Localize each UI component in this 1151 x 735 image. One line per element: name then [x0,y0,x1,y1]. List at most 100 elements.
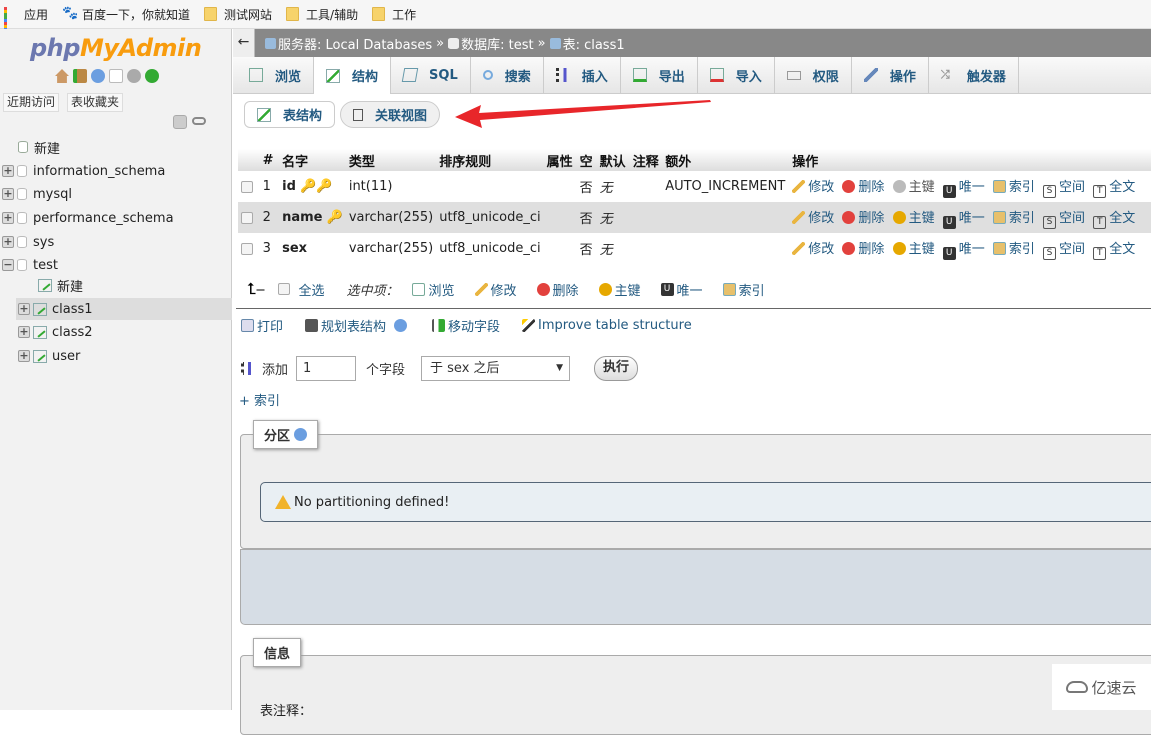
bulk-change-button[interactable]: 修改 [474,280,517,299]
bulk-unique-button[interactable]: U 唯一 [660,280,703,299]
tab-browse[interactable]: 浏览 [237,57,315,93]
expand-icon[interactable]: + [18,326,30,338]
docs-icon[interactable] [109,69,123,83]
settings-gear-icon[interactable] [127,69,141,83]
reload-icon[interactable] [145,69,159,83]
tree-db-performance-schema[interactable]: + performance_schema [2,207,174,229]
bookmark-test-sites[interactable]: 测试网站 [204,6,272,23]
home-icon[interactable] [55,69,69,83]
bulk-primary-button[interactable]: 主键 [598,280,641,299]
index-action[interactable]: 索引 [992,179,1035,195]
improve-structure-link[interactable]: Improve table structure [522,316,692,335]
bookmark-tools[interactable]: 工具/辅助 [286,6,358,23]
header-attributes[interactable]: 属性 [543,149,577,171]
spatial-action[interactable]: S 空间 [1043,211,1085,229]
favorites-tab[interactable]: 表收藏夹 [67,93,124,112]
change-action[interactable]: 修改 [792,179,834,195]
bookmark-apps[interactable]: 应用 [4,6,48,34]
expand-icon[interactable]: + [18,303,30,315]
help-icon[interactable] [91,69,105,83]
tab-triggers[interactable]: ⤮ 触发器 [929,57,1019,93]
header-type[interactable]: 类型 [345,149,437,171]
link-with-main-icon[interactable] [192,117,206,125]
add-index-link[interactable]: + 索引 [239,390,280,409]
help-icon[interactable] [394,319,408,332]
tab-insert[interactable]: 插入 [544,57,621,93]
fulltext-action[interactable]: T 全文 [1093,211,1135,229]
header-extra[interactable]: 额外 [662,149,790,171]
tab-export[interactable]: 导出 [621,57,698,93]
row-checkbox[interactable] [241,211,253,224]
drop-action[interactable]: 删除 [842,210,884,226]
recent-tab[interactable]: 近期访问 [3,93,60,112]
spatial-action[interactable]: S 空间 [1043,180,1085,198]
row-checkbox[interactable] [241,180,253,193]
help-icon[interactable] [294,428,308,441]
collapse-icon[interactable]: − [2,259,14,271]
tree-new-database[interactable]: 新建 [18,136,60,158]
primary-action[interactable]: 主键 [892,210,935,226]
bulk-browse-button[interactable]: 浏览 [412,280,455,299]
expand-icon[interactable]: + [18,350,30,362]
tree-test-new-table[interactable]: 新建 [38,274,83,296]
phpmyadmin-logo[interactable]: phpMyAdmin [30,34,202,62]
header-default[interactable]: 默认 [596,149,630,171]
row-checkbox[interactable] [241,242,253,255]
back-arrow-icon[interactable]: ← [233,29,255,57]
header-collation[interactable]: 排序规则 [436,149,544,171]
tree-db-mysql[interactable]: + mysql [2,183,72,205]
logout-icon[interactable] [73,69,87,83]
change-action[interactable]: 修改 [792,241,834,257]
index-action[interactable]: 索引 [992,210,1035,226]
expand-icon[interactable]: + [2,188,14,200]
breadcrumb-server[interactable]: 服务器: Local Databases [265,34,432,53]
tab-import[interactable]: 导入 [698,57,775,93]
print-link[interactable]: 打印 [241,316,283,335]
header-name[interactable]: 名字 [279,149,346,171]
tab-privileges[interactable]: 权限 [775,57,852,93]
table-structure-button[interactable]: 表结构 [244,101,336,128]
position-select[interactable]: 于 sex 之后 ▼ [421,356,571,381]
index-action[interactable]: 索引 [992,241,1035,257]
tree-db-information-schema[interactable]: + information_schema [2,160,165,182]
unique-action[interactable]: U 唯一 [942,242,985,260]
header-comment[interactable]: 注释 [629,149,663,171]
move-columns-link[interactable]: 移动字段 [432,316,500,335]
expand-icon[interactable]: + [2,236,14,248]
drop-action[interactable]: 删除 [842,179,884,195]
unique-action[interactable]: U 唯一 [942,180,985,198]
primary-action[interactable]: 主键 [892,241,935,257]
relation-view-button[interactable]: 关联视图 [340,101,441,128]
bookmark-baidu[interactable]: 🐾 百度一下，你就知道 [62,6,190,23]
propose-structure-link[interactable]: 规划表结构 [305,316,410,335]
breadcrumb-table[interactable]: 表: class1 [549,34,625,53]
fulltext-action[interactable]: T 全文 [1093,180,1135,198]
header-null[interactable]: 空 [576,149,597,171]
tree-db-sys[interactable]: + sys [2,231,54,253]
change-action[interactable]: 修改 [792,210,834,226]
primary-action[interactable]: 主键 [892,179,935,195]
tab-structure[interactable]: 结构 [314,57,392,94]
spatial-action[interactable]: S 空间 [1043,242,1085,260]
unique-action[interactable]: U 唯一 [942,211,985,229]
expand-icon[interactable]: + [2,212,14,224]
collapse-all-icon[interactable] [173,115,187,129]
breadcrumb-database[interactable]: 数据库: test [448,34,534,53]
expand-icon[interactable]: + [2,165,14,177]
tree-table-class1[interactable]: + class1 [16,298,232,320]
drop-action[interactable]: 删除 [842,241,884,257]
fulltext-action[interactable]: T 全文 [1093,242,1135,260]
bulk-index-button[interactable]: 索引 [722,280,765,299]
tree-table-class2[interactable]: + class2 [18,321,93,343]
header-num[interactable]: # [259,149,280,171]
tab-search[interactable]: 搜索 [471,57,544,93]
column-count-input[interactable]: 1 [296,356,357,381]
bulk-drop-button[interactable]: 删除 [536,280,579,299]
select-all-checkbox[interactable] [278,283,291,295]
tab-operations[interactable]: 操作 [852,57,929,93]
go-button[interactable]: 执行 [594,356,639,381]
bookmark-work[interactable]: 工作 [372,6,416,23]
select-all[interactable]: 全选 [278,280,324,299]
tree-db-test[interactable]: − test [2,254,58,276]
tree-table-user[interactable]: + user [18,345,80,367]
